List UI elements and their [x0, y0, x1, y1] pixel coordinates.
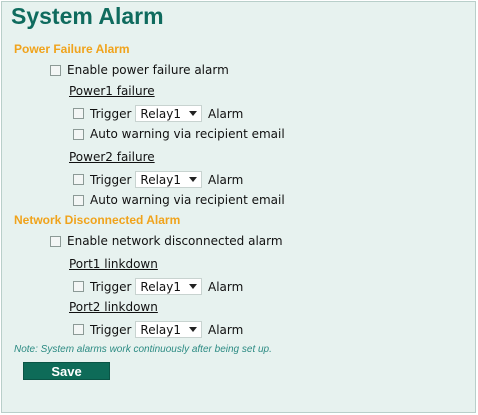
port1-trigger-label: Trigger: [90, 279, 132, 294]
port1-relay-value: Relay1: [140, 279, 181, 294]
alarm-note: Note: System alarms work continuously af…: [14, 344, 272, 355]
dropdown-arrow-icon: [189, 177, 197, 182]
enable-power-failure-row: Enable power failure alarm: [50, 63, 229, 77]
port1-trigger-checkbox[interactable]: [73, 281, 84, 292]
power1-email-row: Auto warning via recipient email: [73, 127, 285, 141]
enable-power-failure-label: Enable power failure alarm: [67, 63, 229, 77]
power1-trigger-row: Trigger Relay1 Alarm: [73, 105, 243, 122]
power2-trigger-label: Trigger: [90, 172, 132, 187]
page-title: System Alarm: [11, 3, 164, 29]
enable-network-label: Enable network disconnected alarm: [67, 234, 283, 248]
port1-alarm-label: Alarm: [208, 279, 244, 294]
power1-relay-select[interactable]: Relay1: [135, 105, 202, 122]
port2-relay-value: Relay1: [140, 322, 181, 337]
power2-email-checkbox[interactable]: [73, 194, 84, 206]
dropdown-arrow-icon: [189, 327, 197, 332]
power2-email-label: Auto warning via recipient email: [90, 193, 285, 207]
power2-relay-select[interactable]: Relay1: [135, 171, 202, 188]
network-disconnected-section-title: Network Disconnected Alarm: [14, 213, 181, 227]
dropdown-arrow-icon: [189, 284, 197, 289]
port2-alarm-label: Alarm: [208, 322, 244, 337]
port1-linkdown-title: Port1 linkdown: [69, 257, 158, 271]
power1-alarm-label: Alarm: [208, 106, 244, 121]
port1-relay-select[interactable]: Relay1: [135, 278, 202, 295]
port2-trigger-label: Trigger: [90, 322, 132, 337]
enable-network-row: Enable network disconnected alarm: [50, 234, 283, 248]
port2-linkdown-title: Port2 linkdown: [69, 300, 158, 314]
power2-trigger-checkbox[interactable]: [73, 174, 84, 185]
save-button[interactable]: Save: [23, 362, 110, 380]
power2-trigger-row: Trigger Relay1 Alarm: [73, 171, 243, 188]
power1-relay-value: Relay1: [140, 106, 181, 121]
port2-relay-select[interactable]: Relay1: [135, 321, 202, 338]
power2-relay-value: Relay1: [140, 172, 181, 187]
power1-trigger-checkbox[interactable]: [73, 108, 84, 119]
power1-trigger-label: Trigger: [90, 106, 132, 121]
power1-failure-title: Power1 failure: [69, 84, 155, 98]
enable-network-checkbox[interactable]: [50, 235, 61, 247]
power1-email-checkbox[interactable]: [73, 128, 84, 140]
port2-trigger-row: Trigger Relay1 Alarm: [73, 321, 243, 338]
port1-trigger-row: Trigger Relay1 Alarm: [73, 278, 243, 295]
system-alarm-panel: System Alarm Power Failure Alarm Enable …: [1, 1, 476, 413]
dropdown-arrow-icon: [189, 111, 197, 116]
power-failure-section-title: Power Failure Alarm: [14, 42, 130, 56]
power2-failure-title: Power2 failure: [69, 150, 155, 164]
power1-email-label: Auto warning via recipient email: [90, 127, 285, 141]
port2-trigger-checkbox[interactable]: [73, 324, 84, 335]
power2-alarm-label: Alarm: [208, 172, 244, 187]
enable-power-failure-checkbox[interactable]: [50, 64, 61, 76]
power2-email-row: Auto warning via recipient email: [73, 193, 285, 207]
